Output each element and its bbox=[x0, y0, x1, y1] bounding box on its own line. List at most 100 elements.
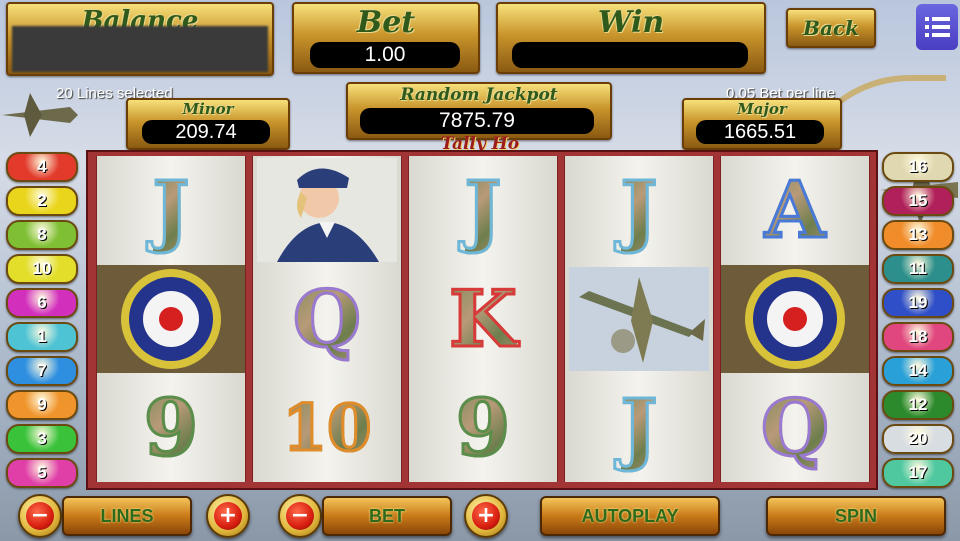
back-button[interactable]: Back bbox=[786, 8, 876, 48]
reel: JJ bbox=[564, 156, 714, 482]
payline-number: 19 bbox=[908, 293, 928, 312]
lines-label: LINES bbox=[100, 505, 154, 526]
random-jackpot-value: 7875.79 bbox=[360, 108, 594, 134]
back-label: Back bbox=[803, 16, 859, 40]
bet-decrease-button[interactable]: − bbox=[278, 494, 322, 538]
payline-badge[interactable]: 7 bbox=[6, 356, 78, 386]
payline-number: 10 bbox=[32, 259, 52, 278]
pilot-portrait-icon bbox=[253, 156, 401, 264]
payline-badge[interactable]: 11 bbox=[882, 254, 954, 284]
symbol-card: K bbox=[409, 265, 557, 373]
payline-badge[interactable]: 20 bbox=[882, 424, 954, 454]
autoplay-label: AUTOPLAY bbox=[581, 505, 679, 526]
payline-number: 15 bbox=[908, 191, 928, 210]
win-label: Win bbox=[597, 5, 665, 40]
reel: AQ bbox=[720, 156, 870, 482]
payline-badge[interactable]: 14 bbox=[882, 356, 954, 386]
menu-icon bbox=[925, 17, 950, 37]
payline-badge[interactable]: 13 bbox=[882, 220, 954, 250]
spin-label: SPIN bbox=[834, 505, 877, 526]
payline-badge[interactable]: 16 bbox=[882, 152, 954, 182]
payline-badge[interactable]: 9 bbox=[6, 390, 78, 420]
payline-number: 2 bbox=[37, 191, 47, 210]
symbol-card: Q bbox=[721, 374, 869, 482]
symbol-text: A bbox=[763, 163, 827, 257]
symbol-text: J bbox=[619, 381, 659, 475]
balance-panel: Balance bbox=[6, 2, 274, 76]
win-panel: Win bbox=[496, 2, 766, 74]
symbol-text: 10 bbox=[281, 389, 373, 467]
minor-jackpot-label: Minor bbox=[182, 100, 234, 118]
payline-badge[interactable]: 19 bbox=[882, 288, 954, 318]
bet-value: 1.00 bbox=[310, 42, 460, 68]
random-jackpot-label: Random Jackpot bbox=[400, 85, 558, 105]
raf-roundel-icon bbox=[721, 265, 869, 373]
payline-badge[interactable]: 15 bbox=[882, 186, 954, 216]
bet-increase-button[interactable]: + bbox=[464, 494, 508, 538]
payline-number: 5 bbox=[37, 463, 47, 482]
balance-value-obscured bbox=[12, 26, 268, 72]
payline-badge[interactable]: 10 bbox=[6, 254, 78, 284]
menu-button[interactable] bbox=[916, 4, 958, 50]
plus-icon: + bbox=[214, 502, 242, 530]
payline-badge[interactable]: 4 bbox=[6, 152, 78, 182]
major-jackpot-panel: Major 1665.51 bbox=[682, 98, 842, 150]
symbol-card: 9 bbox=[97, 374, 245, 482]
payline-badge[interactable]: 8 bbox=[6, 220, 78, 250]
payline-number: 17 bbox=[908, 463, 928, 482]
reels-area: J 9 Q 10 J K 9 J J A Q bbox=[86, 150, 878, 490]
payline-badge[interactable]: 5 bbox=[6, 458, 78, 488]
symbol-text: K bbox=[448, 272, 519, 366]
lines-decrease-button[interactable]: − bbox=[18, 494, 62, 538]
symbol-text: J bbox=[151, 163, 191, 257]
symbol-text: Q bbox=[292, 272, 363, 366]
payline-number: 8 bbox=[37, 225, 47, 244]
payline-number: 14 bbox=[908, 361, 928, 380]
symbol-text: J bbox=[619, 163, 659, 257]
symbol-text: J bbox=[463, 163, 503, 257]
symbol-card: J bbox=[409, 156, 557, 264]
payline-badge[interactable]: 18 bbox=[882, 322, 954, 352]
autoplay-button[interactable]: AUTOPLAY bbox=[540, 496, 720, 536]
symbol-card: A bbox=[721, 156, 869, 264]
payline-number: 3 bbox=[37, 429, 47, 448]
reel: JK 9 bbox=[408, 156, 558, 482]
lines-button: LINES bbox=[62, 496, 192, 536]
spin-button[interactable]: SPIN bbox=[766, 496, 946, 536]
payline-number: 6 bbox=[37, 293, 47, 312]
payline-badge[interactable]: 6 bbox=[6, 288, 78, 318]
symbol-card: Q bbox=[253, 265, 401, 373]
symbol-card: J bbox=[565, 156, 713, 264]
symbol-text: 9 bbox=[142, 381, 199, 475]
payline-badge[interactable]: 2 bbox=[6, 186, 78, 216]
symbol-card: 9 bbox=[409, 374, 557, 482]
bet-panel: Bet 1.00 bbox=[292, 2, 480, 74]
spitfire-plane-icon bbox=[565, 265, 713, 373]
minor-jackpot-value: 209.74 bbox=[142, 120, 270, 144]
payline-number: 16 bbox=[908, 157, 928, 176]
lines-increase-button[interactable]: + bbox=[206, 494, 250, 538]
reel: J9 bbox=[96, 156, 246, 482]
win-value bbox=[512, 42, 748, 68]
payline-badge[interactable]: 3 bbox=[6, 424, 78, 454]
bet-button-label: BET bbox=[369, 505, 405, 526]
payline-badge[interactable]: 1 bbox=[6, 322, 78, 352]
payline-number: 13 bbox=[908, 225, 928, 244]
plus-icon: + bbox=[472, 502, 500, 530]
payline-number: 1 bbox=[37, 327, 47, 346]
major-jackpot-label: Major bbox=[737, 100, 787, 118]
payline-number: 12 bbox=[908, 395, 928, 414]
payline-badge[interactable]: 17 bbox=[882, 458, 954, 488]
payline-badge[interactable]: 12 bbox=[882, 390, 954, 420]
minor-jackpot-panel: Minor 209.74 bbox=[126, 98, 290, 150]
bet-label: Bet bbox=[356, 5, 416, 40]
raf-roundel-icon bbox=[97, 265, 245, 373]
symbol-card: J bbox=[565, 374, 713, 482]
minus-icon: − bbox=[286, 502, 314, 530]
payline-number: 9 bbox=[37, 395, 47, 414]
payline-number: 7 bbox=[37, 361, 47, 380]
payline-number: 20 bbox=[908, 429, 928, 448]
symbol-card: J bbox=[97, 156, 245, 264]
symbol-text: Q bbox=[760, 381, 831, 475]
payline-number: 4 bbox=[37, 157, 47, 176]
